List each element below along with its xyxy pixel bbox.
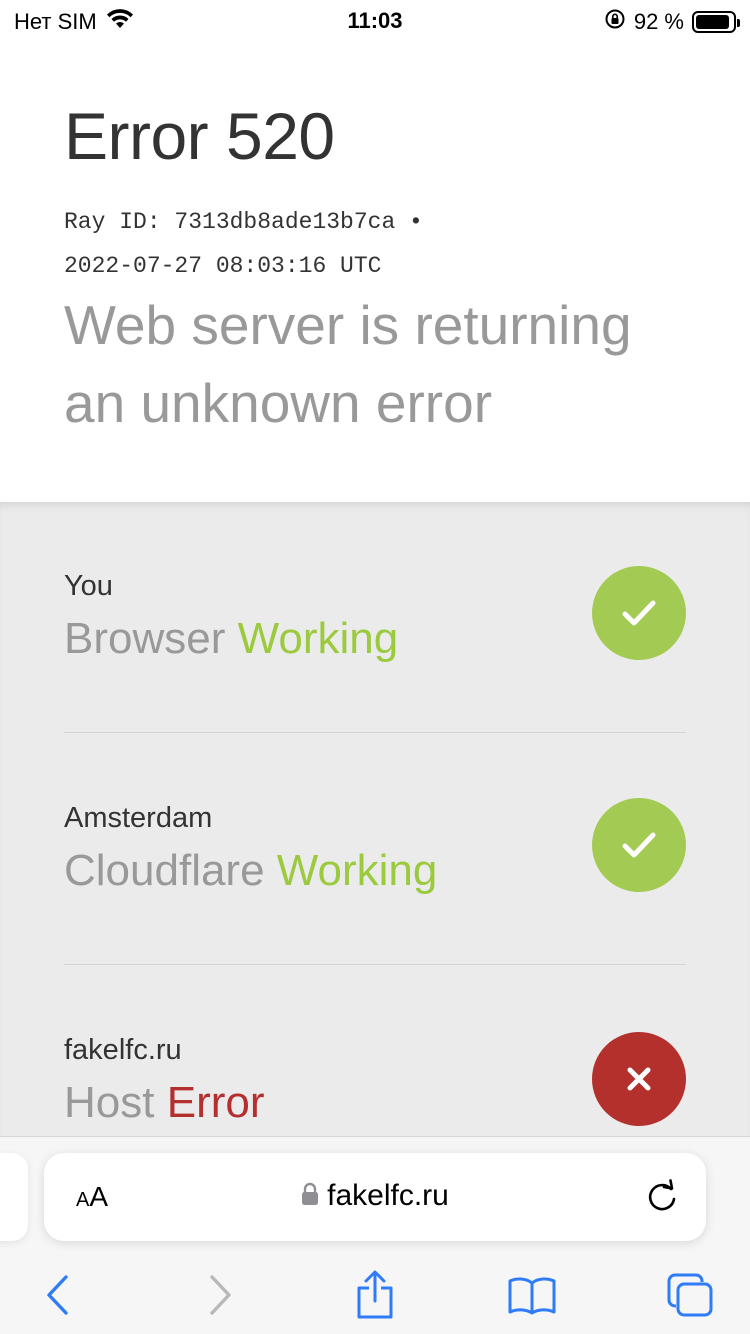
status-component: Browser	[64, 614, 226, 663]
check-icon	[622, 832, 656, 858]
url-display[interactable]: fakelfc.ru	[44, 1179, 706, 1214]
status-location: You	[64, 570, 113, 602]
divider	[64, 732, 686, 733]
status-right: 92 %	[604, 8, 740, 36]
status-ok-badge	[592, 566, 686, 660]
timestamp-line: 2022-07-27 08:03:16 UTC	[64, 253, 382, 279]
tabs-icon[interactable]	[660, 1265, 720, 1325]
divider	[64, 964, 686, 965]
share-icon[interactable]	[345, 1265, 405, 1325]
ray-id: Ray ID: 7313db8ade13b7ca • 2022-07-27 08…	[64, 200, 534, 288]
page-title: Error 520	[64, 99, 335, 173]
status-state: Working	[237, 614, 399, 663]
forward-icon[interactable]	[190, 1265, 250, 1325]
address-bar[interactable]: AA fakelfc.ru	[44, 1153, 706, 1241]
back-icon[interactable]	[28, 1265, 88, 1325]
error-description: Web server is returning an unknown error	[64, 294, 632, 434]
browser-toolbar: AA fakelfc.ru	[0, 1136, 750, 1334]
status-state: Error	[166, 1078, 265, 1127]
battery-percent: 92 %	[633, 9, 684, 34]
battery-icon	[692, 11, 740, 33]
status-line: Browser Working	[64, 614, 398, 664]
battery-nub	[737, 19, 740, 27]
status-error-badge	[592, 1032, 686, 1126]
status-ok-badge	[592, 798, 686, 892]
status-state: Working	[276, 846, 438, 895]
status-line: Cloudflare Working	[64, 846, 437, 896]
lock-icon	[301, 1180, 319, 1214]
url-text: fakelfc.ru	[327, 1179, 449, 1212]
status-component: Cloudflare	[64, 846, 265, 895]
error-header: Error 520 Ray ID: 7313db8ade13b7ca • 202…	[0, 40, 750, 502]
toolbar-buttons	[0, 1265, 750, 1325]
check-icon	[622, 600, 656, 626]
bookmarks-icon[interactable]	[502, 1265, 562, 1325]
ray-id-line: Ray ID: 7313db8ade13b7ca •	[64, 209, 423, 235]
status-bar: Нет SIM 11:03 92 %	[0, 0, 750, 40]
status-location: Amsterdam	[64, 802, 213, 834]
status-component: Host	[64, 1078, 155, 1127]
status-section: You Browser Working Amsterdam Cloudflare…	[0, 502, 750, 1202]
reload-icon[interactable]	[644, 1177, 680, 1220]
close-icon	[627, 1067, 651, 1091]
rotation-lock-icon	[604, 8, 626, 36]
status-row-cloudflare: Amsterdam Cloudflare Working	[64, 798, 686, 1030]
previous-tab-card[interactable]	[0, 1153, 28, 1241]
status-line: Host Error	[64, 1078, 265, 1128]
status-location: fakelfc.ru	[64, 1034, 182, 1066]
status-row-browser: You Browser Working	[64, 566, 686, 798]
battery-fill	[696, 15, 730, 29]
